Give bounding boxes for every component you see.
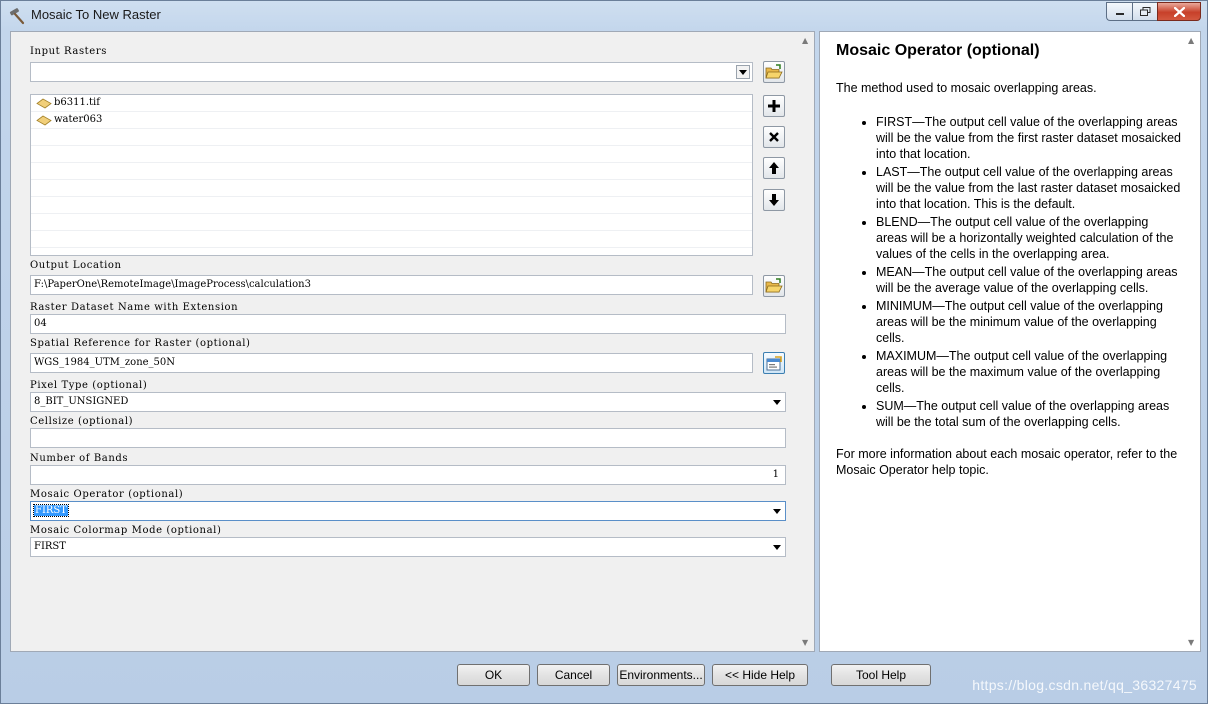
input-rasters-dropdown-button[interactable] xyxy=(736,65,750,79)
chevron-down-icon xyxy=(773,545,781,550)
cellsize-input[interactable] xyxy=(30,428,786,448)
help-scrollbar[interactable]: ▲ ▼ xyxy=(1184,32,1200,651)
window-title: Mosaic To New Raster xyxy=(31,7,161,22)
maximize-button[interactable] xyxy=(1132,2,1157,21)
raster-layer-icon xyxy=(36,98,52,109)
input-rasters-dropdown[interactable] xyxy=(30,62,753,82)
help-list-item: SUM—The output cell value of the overlap… xyxy=(876,398,1181,430)
restore-icon xyxy=(1139,7,1150,16)
browse-input-rasters-button[interactable] xyxy=(763,61,785,83)
mosaic-colormap-mode-value: FIRST xyxy=(34,541,66,552)
spatial-reference-label: Spatial Reference for Raster (optional) xyxy=(30,338,251,349)
mosaic-colormap-mode-dropdown[interactable]: FIRST xyxy=(30,537,786,557)
window-controls xyxy=(1106,2,1201,22)
list-empty-row xyxy=(31,163,752,180)
scroll-down-icon[interactable]: ▼ xyxy=(1188,638,1194,647)
pixel-type-label: Pixel Type (optional) xyxy=(30,380,148,391)
move-up-button[interactable] xyxy=(763,157,785,179)
list-empty-row xyxy=(31,231,752,248)
add-raster-button[interactable] xyxy=(763,95,785,117)
chevron-down-icon xyxy=(773,400,781,405)
browse-output-location-button[interactable] xyxy=(763,275,785,297)
plus-icon xyxy=(768,100,780,112)
list-empty-row xyxy=(31,197,752,214)
list-empty-row xyxy=(31,214,752,231)
output-location-label: Output Location xyxy=(30,260,122,271)
list-item[interactable]: b6311.tif xyxy=(31,95,752,112)
number-of-bands-input[interactable]: 1 xyxy=(30,465,786,485)
output-location-input[interactable]: F:\PaperOne\RemoteImage\ImageProcess\cal… xyxy=(30,275,753,295)
open-folder-icon xyxy=(765,64,783,79)
help-operator-list: FIRST—The output cell value of the overl… xyxy=(836,114,1181,430)
hammer-icon xyxy=(9,8,25,25)
minimize-button[interactable] xyxy=(1106,2,1132,21)
help-title: Mosaic Operator (optional) xyxy=(836,42,1040,59)
close-button[interactable] xyxy=(1157,2,1201,21)
open-folder-icon xyxy=(765,278,783,293)
help-intro: The method used to mosaic overlapping ar… xyxy=(836,81,1097,95)
cancel-button[interactable]: Cancel xyxy=(537,664,610,686)
mosaic-operator-label: Mosaic Operator (optional) xyxy=(30,489,184,500)
arrow-down-icon xyxy=(769,194,779,206)
ok-button[interactable]: OK xyxy=(457,664,530,686)
tool-help-button[interactable]: Tool Help xyxy=(831,664,931,686)
help-content: Mosaic Operator (optional) The method us… xyxy=(836,42,1181,478)
cellsize-label: Cellsize (optional) xyxy=(30,416,134,427)
spatial-reference-properties-button[interactable] xyxy=(763,352,785,374)
help-list-item: MINIMUM—The output cell value of the ove… xyxy=(876,298,1181,346)
close-icon xyxy=(1173,6,1185,17)
input-rasters-list[interactable]: b6311.tif water063 xyxy=(30,94,753,256)
raster-layer-icon xyxy=(36,115,52,126)
help-list-item: MEAN—The output cell value of the overla… xyxy=(876,264,1181,296)
dialog-window: Mosaic To New Raster Input Rasters b6311… xyxy=(0,0,1208,704)
help-panel: Mosaic Operator (optional) The method us… xyxy=(819,31,1201,652)
scroll-down-icon[interactable]: ▼ xyxy=(802,638,808,647)
remove-raster-button[interactable] xyxy=(763,126,785,148)
mosaic-operator-dropdown[interactable]: FIRST xyxy=(30,501,786,521)
number-of-bands-label: Number of Bands xyxy=(30,453,129,464)
raster-dataset-name-input[interactable]: 04 xyxy=(30,314,786,334)
help-list-item: LAST—The output cell value of the overla… xyxy=(876,164,1181,212)
list-empty-row xyxy=(31,180,752,197)
help-list-item: FIRST—The output cell value of the overl… xyxy=(876,114,1181,162)
chevron-down-icon xyxy=(739,70,747,75)
delete-x-icon xyxy=(769,132,779,142)
raster-dataset-name-label: Raster Dataset Name with Extension xyxy=(30,302,239,313)
input-rasters-label: Input Rasters xyxy=(30,46,107,57)
raster-name: water063 xyxy=(54,114,103,125)
watermark: https://blog.csdn.net/qq_36327475 xyxy=(972,677,1197,693)
mosaic-operator-value: FIRST xyxy=(33,504,69,517)
parameters-panel: Input Rasters b6311.tif water063 Output … xyxy=(10,31,815,652)
properties-icon xyxy=(766,355,782,370)
arrow-up-icon xyxy=(769,162,779,174)
list-empty-row xyxy=(31,129,752,146)
mosaic-colormap-mode-label: Mosaic Colormap Mode (optional) xyxy=(30,525,222,536)
chevron-down-icon xyxy=(773,509,781,514)
help-list-item: MAXIMUM—The output cell value of the ove… xyxy=(876,348,1181,396)
help-footer: For more information about each mosaic o… xyxy=(836,447,1178,477)
move-down-button[interactable] xyxy=(763,189,785,211)
spatial-reference-input[interactable]: WGS_1984_UTM_zone_50N xyxy=(30,353,753,373)
pixel-type-dropdown[interactable]: 8_BIT_UNSIGNED xyxy=(30,392,786,412)
pixel-type-value: 8_BIT_UNSIGNED xyxy=(34,396,129,407)
form-scrollbar[interactable]: ▲ ▼ xyxy=(798,32,814,651)
minimize-icon xyxy=(1115,12,1124,15)
scroll-up-icon[interactable]: ▲ xyxy=(1188,36,1194,45)
list-item[interactable]: water063 xyxy=(31,112,752,129)
title-bar[interactable]: Mosaic To New Raster xyxy=(1,1,1207,29)
hide-help-button[interactable]: << Hide Help xyxy=(712,664,808,686)
list-empty-row xyxy=(31,146,752,163)
scroll-up-icon[interactable]: ▲ xyxy=(802,36,808,45)
environments-button[interactable]: Environments... xyxy=(617,664,705,686)
raster-name: b6311.tif xyxy=(54,97,100,108)
help-list-item: BLEND—The output cell value of the overl… xyxy=(876,214,1181,262)
